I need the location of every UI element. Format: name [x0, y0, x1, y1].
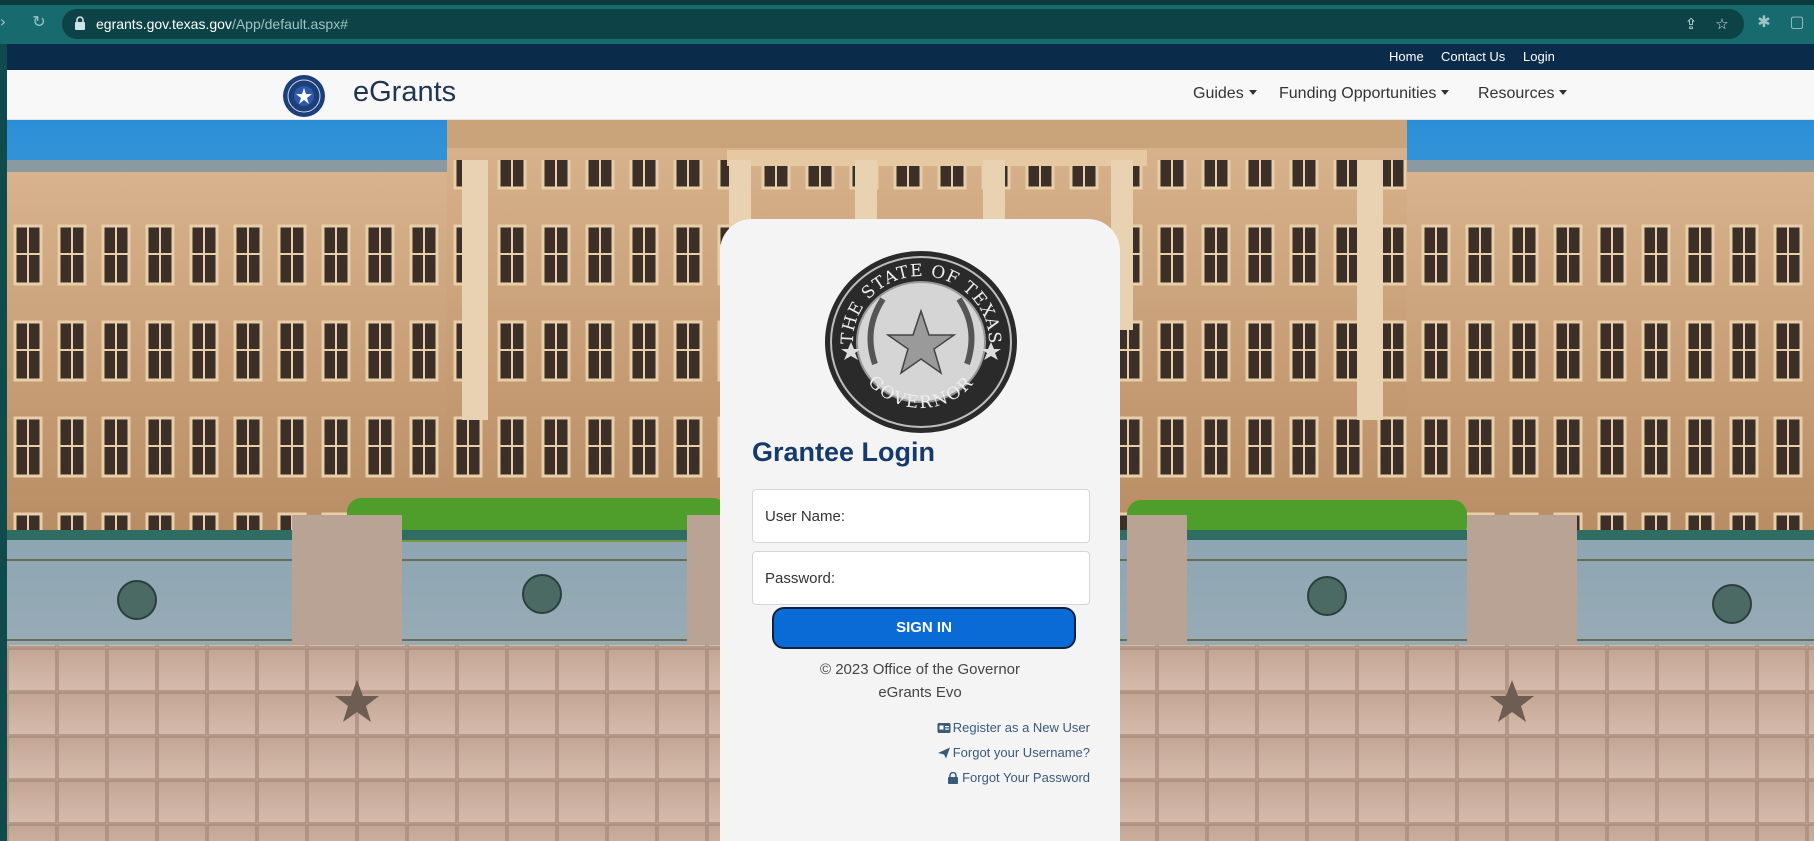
password-field[interactable] [752, 551, 1090, 605]
menu-guides-label: Guides [1193, 85, 1244, 102]
menu-resources[interactable]: Resources [1478, 85, 1568, 103]
paper-plane-icon [937, 747, 950, 758]
forgot-password-label: Forgot Your Password [962, 770, 1090, 785]
nav-home-link[interactable]: Home [1389, 49, 1424, 64]
login-title: Grantee Login [752, 437, 936, 467]
menu-funding-label: Funding Opportunities [1279, 85, 1437, 102]
password-input[interactable] [753, 552, 1089, 604]
utility-nav: Home Contact Us Login [7, 44, 1814, 70]
nav-contact-link[interactable]: Contact Us [1441, 49, 1505, 64]
username-field[interactable] [752, 489, 1090, 543]
browser-toolbar: › ↻ egrants.gov.texas.gov/App/default.as… [0, 0, 1814, 44]
lock-icon [75, 16, 85, 30]
url-host: egrants.gov.texas.gov [96, 16, 232, 32]
forgot-username-link[interactable]: Forgot your Username? [937, 745, 1090, 760]
forward-icon[interactable]: › [0, 13, 12, 31]
url-text: egrants.gov.texas.gov/App/default.aspx# [96, 16, 348, 32]
share-icon[interactable]: ⇪ [1682, 15, 1700, 33]
copyright-text: © 2023 Office of the Governor [819, 661, 1021, 678]
extension-icon[interactable]: ✱ [1754, 12, 1774, 32]
register-link[interactable]: Register as a New User [937, 720, 1090, 735]
brand-seal-logo[interactable] [280, 74, 328, 118]
menu-funding-opportunities[interactable]: Funding Opportunities [1279, 85, 1450, 103]
sign-in-button[interactable]: SIGN IN [772, 607, 1076, 649]
login-card: THE STATE OF TEXAS GOVERNOR Grantee Logi… [720, 219, 1120, 841]
url-path: /App/default.aspx# [231, 16, 348, 32]
product-name: eGrants Evo [878, 684, 962, 701]
username-input[interactable] [753, 490, 1089, 542]
governor-seal-logo: THE STATE OF TEXAS GOVERNOR [825, 251, 1017, 433]
register-link-label: Register as a New User [952, 720, 1090, 735]
sidepanel-icon[interactable]: ▢ [1787, 12, 1807, 32]
forgot-password-link[interactable]: Forgot Your Password [946, 770, 1090, 785]
page: Home Contact Us Login eGrants Guides Fun… [7, 44, 1814, 841]
browser-tab-strip [0, 0, 1814, 5]
menu-guides[interactable]: Guides [1193, 85, 1257, 103]
address-bar[interactable]: egrants.gov.texas.gov/App/default.aspx# … [62, 9, 1744, 39]
menu-resources-label: Resources [1478, 85, 1555, 102]
reload-icon[interactable]: ↻ [30, 13, 48, 31]
caret-down-icon [1559, 90, 1568, 95]
id-card-icon [937, 722, 951, 733]
nav-login-link[interactable]: Login [1523, 49, 1555, 64]
padlock-icon [948, 771, 959, 784]
forgot-username-label: Forgot your Username? [952, 745, 1090, 760]
brand-name[interactable]: eGrants [353, 76, 456, 109]
header-bar: eGrants Guides Funding Opportunities Res… [7, 70, 1814, 120]
star-icon[interactable]: ☆ [1713, 15, 1731, 33]
caret-down-icon [1441, 90, 1450, 95]
caret-down-icon [1248, 90, 1257, 95]
